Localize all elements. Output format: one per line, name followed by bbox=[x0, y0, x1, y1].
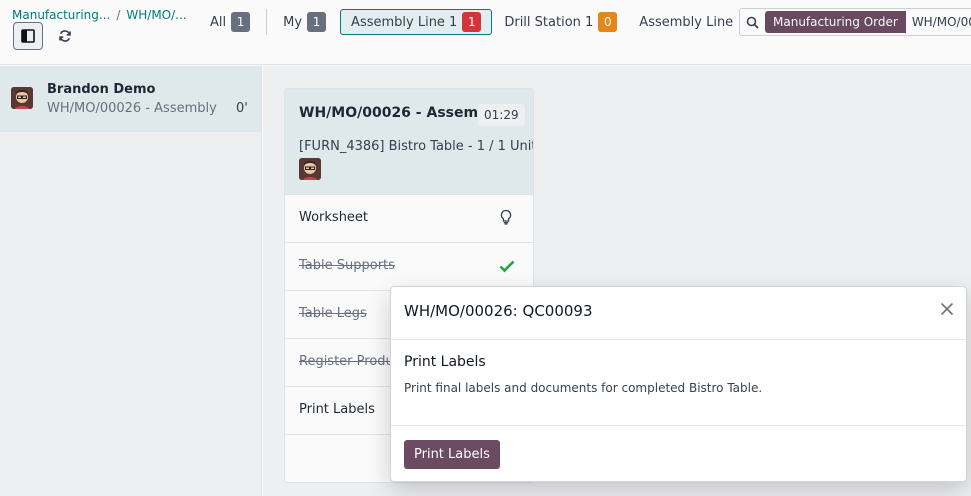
close-icon bbox=[940, 302, 954, 316]
step-table-supports[interactable]: Table Supports bbox=[285, 243, 533, 291]
filter-all-label: All bbox=[210, 14, 227, 30]
filter-assembly-line-1-label: Assembly Line 1 bbox=[351, 14, 458, 30]
breadcrumb-separator: / bbox=[116, 8, 121, 22]
top-bar: Manufacturing... / WH/MO/... All 1 My 1 … bbox=[0, 0, 971, 65]
filter-divider bbox=[266, 9, 268, 35]
breadcrumb-current-mo[interactable]: WH/MO/... bbox=[126, 8, 186, 22]
avatar-face-icon bbox=[299, 158, 321, 180]
avatar-face-icon bbox=[11, 87, 33, 109]
dialog-title: WH/MO/00026: QC00093 bbox=[404, 302, 593, 320]
filter-assembly-line-1-button[interactable]: Assembly Line 1 1 bbox=[340, 9, 493, 35]
check-icon bbox=[499, 260, 515, 273]
workorder-timer: 01:29 bbox=[478, 104, 525, 126]
print-labels-button[interactable]: Print Labels bbox=[404, 440, 500, 469]
step-label: Worksheet bbox=[299, 210, 369, 225]
step-label: Print Labels bbox=[299, 402, 375, 417]
employee-row[interactable]: Brandon Demo WH/MO/00026 - Assembly 0' bbox=[0, 66, 261, 132]
filter-drill-station-1-label: Drill Station 1 bbox=[504, 14, 594, 30]
lightbulb-icon bbox=[500, 209, 512, 225]
dialog-step-title: Print Labels bbox=[404, 354, 486, 370]
workorder-product: [FURN_4386] Bistro Table - 1 / 1 Unit bbox=[299, 139, 534, 154]
refresh-icon bbox=[59, 30, 71, 42]
refresh-button[interactable] bbox=[50, 22, 80, 50]
breadcrumb-manufacturing[interactable]: Manufacturing... bbox=[12, 8, 110, 22]
search-icon bbox=[746, 16, 759, 29]
filter-my-count-badge: 1 bbox=[307, 12, 327, 32]
step-label: Table Supports bbox=[299, 258, 395, 273]
search-facet-manufacturing-order[interactable]: Manufacturing Order bbox=[765, 11, 906, 33]
filter-assembly-line-label: Assembly Line bbox=[639, 14, 734, 30]
filter-my-button[interactable]: My 1 bbox=[273, 9, 336, 35]
quality-check-dialog: WH/MO/00026: QC00093 Print Labels Print … bbox=[390, 286, 967, 482]
employee-current-task: WH/MO/00026 - Assembly bbox=[47, 101, 217, 116]
search-bar[interactable]: Manufacturing Order WH/MO/00 bbox=[739, 8, 971, 36]
filter-assembly-line-1-count-badge: 1 bbox=[462, 12, 482, 32]
employee-avatar bbox=[11, 87, 33, 109]
workcenter-filters: All 1 My 1 Assembly Line 1 1 Drill Stati… bbox=[200, 9, 763, 35]
dialog-close-button[interactable] bbox=[936, 298, 958, 320]
filter-all-count-badge: 1 bbox=[231, 12, 251, 32]
employee-panel: Brandon Demo WH/MO/00026 - Assembly 0' bbox=[0, 66, 262, 496]
workorder-title: WH/MO/00026 - Assembly bbox=[299, 105, 503, 121]
dialog-header: WH/MO/00026: QC00093 bbox=[391, 287, 966, 340]
dialog-body: Print Labels Print final labels and docu… bbox=[391, 341, 966, 426]
filter-my-label: My bbox=[283, 14, 303, 30]
employee-time: 0' bbox=[236, 101, 248, 116]
breadcrumb: Manufacturing... / WH/MO/... bbox=[12, 8, 187, 22]
sidebar-panel-icon bbox=[21, 29, 35, 43]
filter-drill-station-1-count-badge: 0 bbox=[598, 12, 618, 32]
step-worksheet[interactable]: Worksheet bbox=[285, 195, 533, 243]
workorder-operator-avatar bbox=[299, 158, 321, 180]
step-label: Table Legs bbox=[299, 306, 367, 321]
search-facet-value[interactable]: WH/MO/00 bbox=[912, 15, 971, 29]
workorder-card-header[interactable]: WH/MO/00026 - Assembly 01:29 [FURN_4386]… bbox=[285, 89, 533, 195]
filter-all-button[interactable]: All 1 bbox=[200, 9, 260, 35]
dialog-step-description: Print final labels and documents for com… bbox=[404, 381, 763, 395]
employee-name: Brandon Demo bbox=[47, 82, 156, 97]
toggle-sidebar-button[interactable] bbox=[13, 22, 43, 50]
filter-drill-station-1-button[interactable]: Drill Station 1 0 bbox=[494, 9, 627, 35]
